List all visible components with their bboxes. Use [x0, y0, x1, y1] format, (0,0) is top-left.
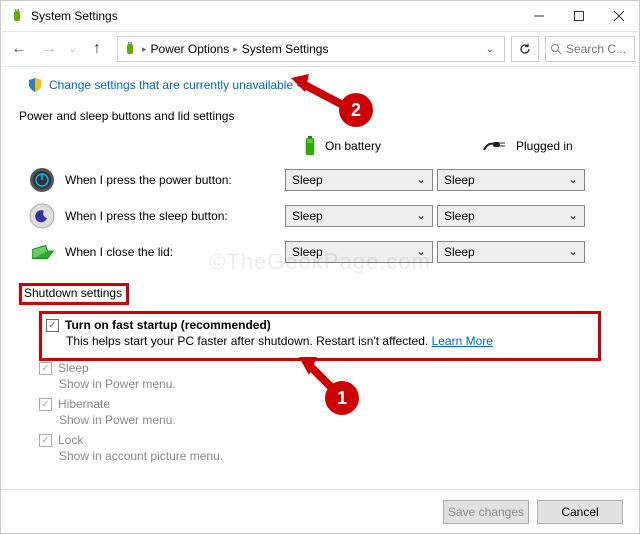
row-lid: When I close the lid: Sleep Sleep [19, 239, 621, 265]
column-header-plugged-label: Plugged in [516, 139, 573, 153]
search-placeholder: Search C... [566, 42, 626, 56]
change-settings-label: Change settings that are currently unava… [49, 78, 293, 92]
section-label: Power and sleep buttons and lid settings [19, 109, 621, 123]
column-header-battery-label: On battery [325, 139, 381, 153]
select-sleep-battery[interactable]: Sleep [285, 205, 433, 227]
close-button[interactable] [599, 1, 639, 31]
fast-startup-desc: This helps start your PC faster after sh… [66, 334, 594, 348]
annotation-marker-1: 1 [325, 381, 359, 415]
checkbox-fast-startup-label: Turn on fast startup (recommended) [65, 318, 271, 332]
shield-icon [27, 77, 43, 93]
search-icon [550, 43, 562, 55]
forward-button[interactable]: → [35, 35, 63, 63]
shutdown-settings-title: Shutdown settings [19, 283, 129, 305]
row-sleep-label: When I press the sleep button: [65, 209, 285, 223]
select-sleep-plugged[interactable]: Sleep [437, 205, 585, 227]
checkbox-lock: ✓ Lock [39, 433, 621, 447]
footer: Save changes Cancel [1, 489, 639, 533]
annotation-marker-2: 2 [339, 93, 373, 127]
up-button[interactable]: ↑ [83, 35, 111, 63]
power-button-icon [29, 167, 55, 193]
select-lid-battery[interactable]: Sleep [285, 241, 433, 263]
chevron-right-icon: ▸ [233, 44, 238, 55]
navbar: ← → ⌄ ↑ ▸ Power Options ▸ System Setting… [1, 31, 639, 67]
row-power-button: When I press the power button: Sleep Sle… [19, 167, 621, 193]
checkbox-hibernate-desc: Show in Power menu. [59, 413, 621, 427]
checkbox-fast-startup[interactable]: ✓ Turn on fast startup (recommended) [46, 318, 594, 332]
power-plan-icon [122, 41, 138, 57]
power-plan-icon [9, 8, 25, 24]
content: Change settings that are currently unava… [1, 67, 639, 463]
addressbar[interactable]: ▸ Power Options ▸ System Settings ⌄ [117, 36, 505, 62]
checkbox-lock-label: Lock [58, 433, 83, 447]
breadcrumb-system-settings[interactable]: System Settings [242, 42, 329, 56]
checkbox-hibernate-label: Hibernate [58, 397, 110, 411]
address-dropdown[interactable]: ⌄ [480, 44, 500, 55]
search-input[interactable]: Search C... [545, 36, 635, 62]
battery-icon [303, 135, 317, 157]
sleep-button-icon [29, 203, 55, 229]
checkbox-sleep-label: Sleep [58, 361, 89, 375]
history-dropdown[interactable]: ⌄ [65, 44, 81, 55]
row-power-label: When I press the power button: [65, 173, 285, 187]
save-button[interactable]: Save changes [443, 500, 529, 524]
breadcrumb-power-options[interactable]: Power Options [151, 42, 230, 56]
row-lid-label: When I close the lid: [65, 245, 285, 259]
minimize-button[interactable] [519, 1, 559, 31]
chevron-right-icon: ▸ [142, 44, 147, 55]
plug-icon [482, 138, 508, 154]
maximize-button[interactable] [559, 1, 599, 31]
select-lid-plugged[interactable]: Sleep [437, 241, 585, 263]
fast-startup-highlight: ✓ Turn on fast startup (recommended) Thi… [39, 311, 601, 361]
back-button[interactable]: ← [5, 35, 33, 63]
lid-icon [29, 239, 55, 265]
titlebar: System Settings [1, 1, 639, 31]
refresh-button[interactable] [511, 36, 539, 62]
row-sleep-button: When I press the sleep button: Sleep Sle… [19, 203, 621, 229]
checkbox-lock-desc: Show in account picture menu. [59, 449, 621, 463]
cancel-button[interactable]: Cancel [537, 500, 623, 524]
select-power-plugged[interactable]: Sleep [437, 169, 585, 191]
window-title: System Settings [31, 9, 118, 23]
column-header-battery: On battery [303, 135, 442, 157]
column-header-plugged: Plugged in [482, 135, 621, 157]
learn-more-link[interactable]: Learn More [432, 334, 493, 348]
select-power-battery[interactable]: Sleep [285, 169, 433, 191]
